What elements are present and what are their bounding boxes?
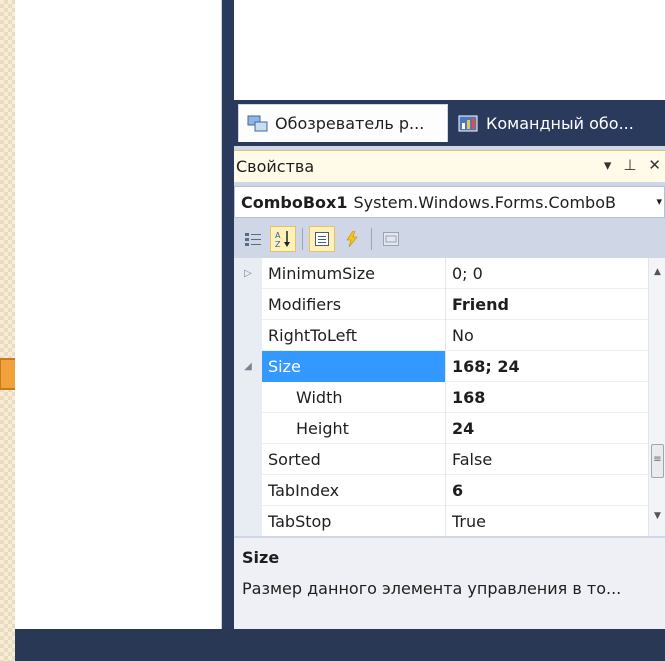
property-value[interactable]: No — [446, 326, 474, 345]
property-name: TabIndex — [268, 480, 340, 500]
property-name: Width — [296, 387, 343, 407]
editor-area — [234, 0, 665, 100]
property-value[interactable]: True — [446, 512, 486, 531]
scroll-down-icon[interactable]: ▼ — [649, 508, 665, 525]
row-gutter — [234, 474, 262, 506]
property-row-size[interactable]: ◢ Size 168; 24 — [234, 350, 648, 382]
collapse-triangle-icon[interactable]: ◢ — [234, 350, 262, 382]
property-row-righttoleft[interactable]: RightToLeft No — [234, 319, 648, 351]
property-name: TabStop — [268, 511, 332, 531]
scrollbar-thumb[interactable]: ≡ — [651, 444, 664, 478]
tool-window-tabs: Обозреватель р... Командный обо... — [234, 100, 665, 146]
property-row-tabindex[interactable]: TabIndex 6 — [234, 474, 648, 506]
property-value[interactable]: 6 — [446, 481, 463, 500]
scroll-up-icon[interactable]: ▲ — [649, 264, 665, 281]
property-value[interactable]: False — [446, 450, 492, 469]
categorized-button[interactable] — [240, 226, 266, 252]
property-pages-icon — [383, 232, 399, 246]
categorized-icon — [245, 233, 261, 246]
object-selector-dropdown[interactable]: ComboBox1 System.Windows.Forms.ComboB ▾ — [234, 186, 665, 218]
property-row-minimumsize[interactable]: ▷ MinimumSize 0; 0 — [234, 258, 648, 289]
alphabetical-button[interactable]: A Z — [270, 226, 296, 252]
row-gutter — [234, 443, 262, 475]
row-gutter — [234, 381, 262, 413]
svg-text:A: A — [275, 231, 281, 240]
property-name: Height — [296, 418, 349, 438]
properties-title-bar: Свойства ▾ ⊥ ✕ — [234, 150, 665, 182]
properties-view-button[interactable] — [309, 226, 335, 252]
close-icon[interactable]: ✕ — [648, 156, 661, 174]
ide-screenshot: Обозреватель р... Командный обо... Свойс… — [15, 0, 665, 661]
toolbar-separator — [302, 228, 303, 250]
property-row-height[interactable]: Height 24 — [234, 412, 648, 444]
property-value[interactable]: 24 — [446, 419, 474, 438]
svg-text:Z: Z — [275, 240, 281, 248]
row-gutter — [234, 412, 262, 444]
toolbar-separator — [371, 228, 372, 250]
properties-list-icon — [315, 232, 329, 246]
tab-team-explorer[interactable]: Командный обо... — [452, 104, 665, 142]
properties-title: Свойства — [236, 157, 315, 176]
tab-label: Обозреватель р... — [275, 114, 425, 133]
bottom-bar — [15, 629, 665, 661]
solution-explorer-icon — [247, 115, 268, 131]
property-name: Modifiers — [268, 294, 342, 314]
property-grid: ▷ MinimumSize 0; 0 Modifiers Friend Righ… — [234, 258, 665, 536]
property-row-sorted[interactable]: Sorted False — [234, 443, 648, 475]
expand-triangle-icon[interactable]: ▷ — [234, 258, 262, 289]
team-explorer-icon — [458, 115, 478, 132]
properties-toolbar: A Z — [234, 222, 665, 256]
property-name: MinimumSize — [268, 263, 375, 283]
vertical-scrollbar[interactable]: ▲ ≡ ▼ — [648, 258, 665, 536]
row-gutter — [234, 288, 262, 320]
tab-solution-explorer[interactable]: Обозреватель р... — [238, 104, 448, 142]
description-text: Размер данного элемента управления в то.… — [242, 579, 622, 598]
property-row-tabstop[interactable]: TabStop True — [234, 505, 648, 536]
property-name: Size — [262, 350, 445, 382]
object-type: System.Windows.Forms.ComboB — [353, 192, 616, 212]
lightning-icon — [346, 231, 358, 247]
window-position-dropdown-icon[interactable]: ▾ — [604, 156, 612, 174]
property-value[interactable]: 168 — [446, 388, 485, 407]
property-pages-button[interactable] — [378, 226, 404, 252]
property-row-modifiers[interactable]: Modifiers Friend — [234, 288, 648, 320]
description-title: Size — [242, 548, 280, 567]
events-button[interactable] — [339, 226, 365, 252]
property-name: RightToLeft — [268, 325, 358, 345]
designer-surface — [15, 0, 222, 629]
properties-window: Свойства ▾ ⊥ ✕ ComboBox1 System.Windows.… — [234, 146, 665, 629]
object-name: ComboBox1 — [241, 192, 348, 212]
row-gutter — [234, 505, 262, 536]
sort-az-icon: A Z — [275, 231, 290, 248]
property-value[interactable]: 168; 24 — [446, 357, 520, 376]
property-value[interactable]: Friend — [446, 295, 509, 314]
chevron-down-icon: ▾ — [656, 195, 662, 208]
property-value[interactable]: 0; 0 — [446, 264, 483, 283]
row-gutter — [234, 319, 262, 351]
property-name: Sorted — [268, 449, 321, 469]
description-pane: Size Размер данного элемента управления … — [234, 536, 665, 629]
pin-icon[interactable]: ⊥ — [623, 156, 636, 174]
tab-label: Командный обо... — [486, 113, 634, 133]
property-row-width[interactable]: Width 168 — [234, 381, 648, 413]
property-rows: ▷ MinimumSize 0; 0 Modifiers Friend Righ… — [234, 258, 648, 536]
